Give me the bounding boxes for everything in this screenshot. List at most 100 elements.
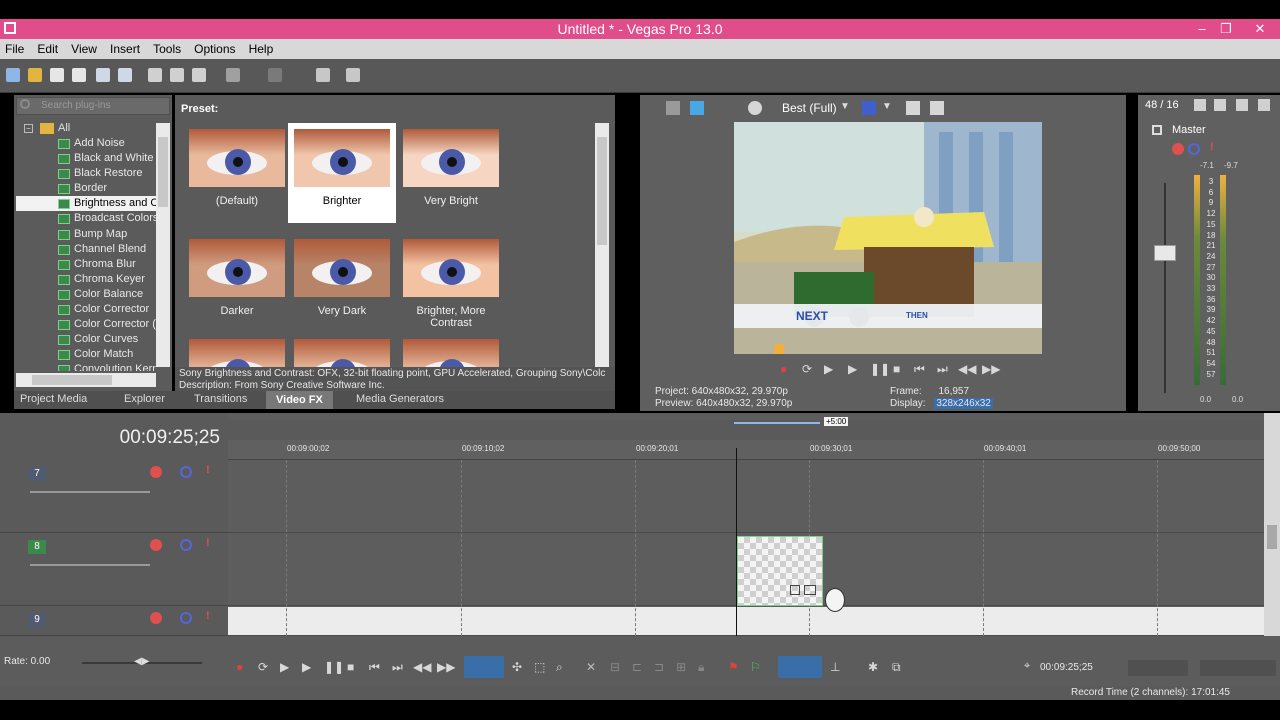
selection-tool-icon[interactable]: ⬚ [534,660,545,674]
delete-icon[interactable]: ✕ [586,660,596,674]
lock-icon[interactable]: 🔒︎ [698,660,704,675]
pause-icon[interactable]: ❚❚ [870,362,890,376]
hscroll-thumb[interactable] [32,375,112,385]
trim-end-icon[interactable]: ⊐ [654,660,664,674]
plugin-item[interactable]: Add Noise [16,136,156,151]
fast-forward-icon[interactable]: ▶▶ [982,362,1000,376]
trim-icon[interactable]: ⊟ [610,660,620,674]
preview-properties-icon[interactable] [666,101,680,115]
next-frame-icon[interactable]: ⏭ [937,362,948,377]
zoom-tool-icon[interactable]: ⌕ [556,660,563,675]
pan-crop-icon[interactable] [790,585,800,595]
scrollbar-thumb[interactable] [158,137,168,207]
next-frame-button-icon[interactable]: ▶▶ [437,660,455,674]
event-fx-icon[interactable]: ✱ [868,660,878,674]
plugin-item[interactable]: Color Corrector [16,302,156,317]
envelope-tool-icon[interactable]: ✣ [512,660,522,674]
plugin-search-input[interactable]: Search plug-ins [16,97,170,115]
collapse-icon[interactable]: − [24,124,33,133]
track-solo-icon[interactable]: ! [206,537,210,549]
tab-project-media[interactable]: Project Media [20,393,87,405]
record-icon[interactable]: ● [780,362,787,376]
video-clip[interactable] [737,536,823,606]
track-header-8[interactable]: 8 ! [0,534,228,606]
plugin-item[interactable]: Brightness and Co [16,196,156,212]
chevron-down-icon[interactable]: ▼ [840,101,850,112]
render-icon[interactable] [96,68,110,82]
rate-handle-icon[interactable]: ◀▶ [134,656,156,668]
dim-output-icon[interactable] [1236,99,1248,111]
transport-timecode[interactable]: 00:09:25;25 [1040,662,1093,673]
downmix-icon[interactable] [1214,99,1226,111]
track-fx-icon[interactable] [150,612,162,624]
snapping-icon[interactable]: ⊥ [830,660,840,674]
go-to-start-icon[interactable]: ⏮ [369,660,380,675]
new-file-icon[interactable] [6,68,20,82]
mixer-icon[interactable] [1258,99,1270,111]
lock-envelopes-icon[interactable]: ⧉ [892,660,901,675]
overlays-icon[interactable] [862,101,876,115]
cut-icon[interactable] [148,68,162,82]
paste-icon[interactable] [192,68,206,82]
mute-icon[interactable] [1188,143,1200,155]
plugin-item[interactable]: Convolution Kerne [16,362,156,371]
menu-options[interactable]: Options [189,39,240,59]
marker-bar[interactable]: +5:00 [228,417,1264,440]
track-mute-icon[interactable] [180,539,192,551]
timeline-timecode[interactable]: 00:09:25;25 [120,427,220,449]
play-icon[interactable]: ▶ [848,362,857,376]
undo-icon[interactable] [226,68,240,82]
tab-transitions[interactable]: Transitions [194,393,247,405]
save-as-icon[interactable] [72,68,86,82]
plugin-tree-hscrollbar[interactable] [16,373,156,387]
plugin-item[interactable]: Color Corrector (S [16,317,156,332]
preset-item-partial[interactable] [183,333,291,367]
track-lane-9[interactable] [228,607,1264,636]
solo-icon[interactable]: ! [1210,141,1214,153]
track-opacity-slider[interactable] [30,491,150,493]
menu-view[interactable]: View [66,39,102,59]
timeline-vscrollbar[interactable] [1264,413,1280,636]
track-mute-icon[interactable] [180,466,192,478]
selection-length-field[interactable] [1128,660,1188,676]
split-icon[interactable]: ⊞ [676,660,686,674]
stop-icon[interactable]: ■ [893,362,900,376]
copy-icon[interactable] [170,68,184,82]
bus-settings-icon[interactable] [1194,99,1206,111]
plugin-item[interactable]: Color Curves [16,332,156,347]
transport-play-icon[interactable]: ▶ [302,660,311,674]
track-fx-icon[interactable] [150,466,162,478]
prev-frame-icon[interactable]: ⏮ [914,362,925,377]
preview-quality-select[interactable]: Best (Full) [782,101,837,115]
preview-quality-icon[interactable] [748,101,762,115]
track-fx-icon[interactable] [150,539,162,551]
vscroll-thumb[interactable] [1267,525,1277,549]
plugin-item[interactable]: Channel Blend [16,242,156,257]
timeline-ruler[interactable]: 00:09:00;02 00:09:10;02 00:09:20;01 00:0… [228,440,1264,460]
fx-icon[interactable] [1172,143,1184,155]
redo-icon[interactable] [268,68,282,82]
record-button-icon[interactable]: ● [236,660,243,674]
tab-video-fx[interactable]: Video FX [266,391,333,409]
preset-item[interactable]: (Default) [183,123,291,223]
menu-edit[interactable]: Edit [32,39,63,59]
preset-scrollbar-thumb[interactable] [597,137,607,245]
plugin-item[interactable]: Black and White [16,151,156,166]
track-lane-7[interactable] [228,461,1264,533]
preset-item[interactable]: Brighter [288,123,396,223]
track-opacity-slider[interactable] [30,564,150,566]
plugin-item[interactable]: Border [16,181,156,196]
preset-scrollbar[interactable] [595,123,609,367]
play-start-icon[interactable]: ▶ [280,660,289,674]
track-header-7[interactable]: 7 ! [0,461,228,533]
prev-frame-button-icon[interactable]: ◀◀ [413,660,431,674]
preset-item[interactable]: Brighter, More Contrast [397,233,505,333]
properties-icon[interactable] [118,68,132,82]
trim-start-icon[interactable]: ⊏ [632,660,642,674]
what-is-this-icon[interactable] [346,68,360,82]
close-button[interactable]: ✕ [1246,19,1274,39]
copy-snapshot-icon[interactable] [906,101,920,115]
plugin-item[interactable]: Color Balance [16,287,156,302]
rewind-icon[interactable]: ◀◀ [958,362,976,376]
menu-file[interactable]: File [0,39,29,59]
